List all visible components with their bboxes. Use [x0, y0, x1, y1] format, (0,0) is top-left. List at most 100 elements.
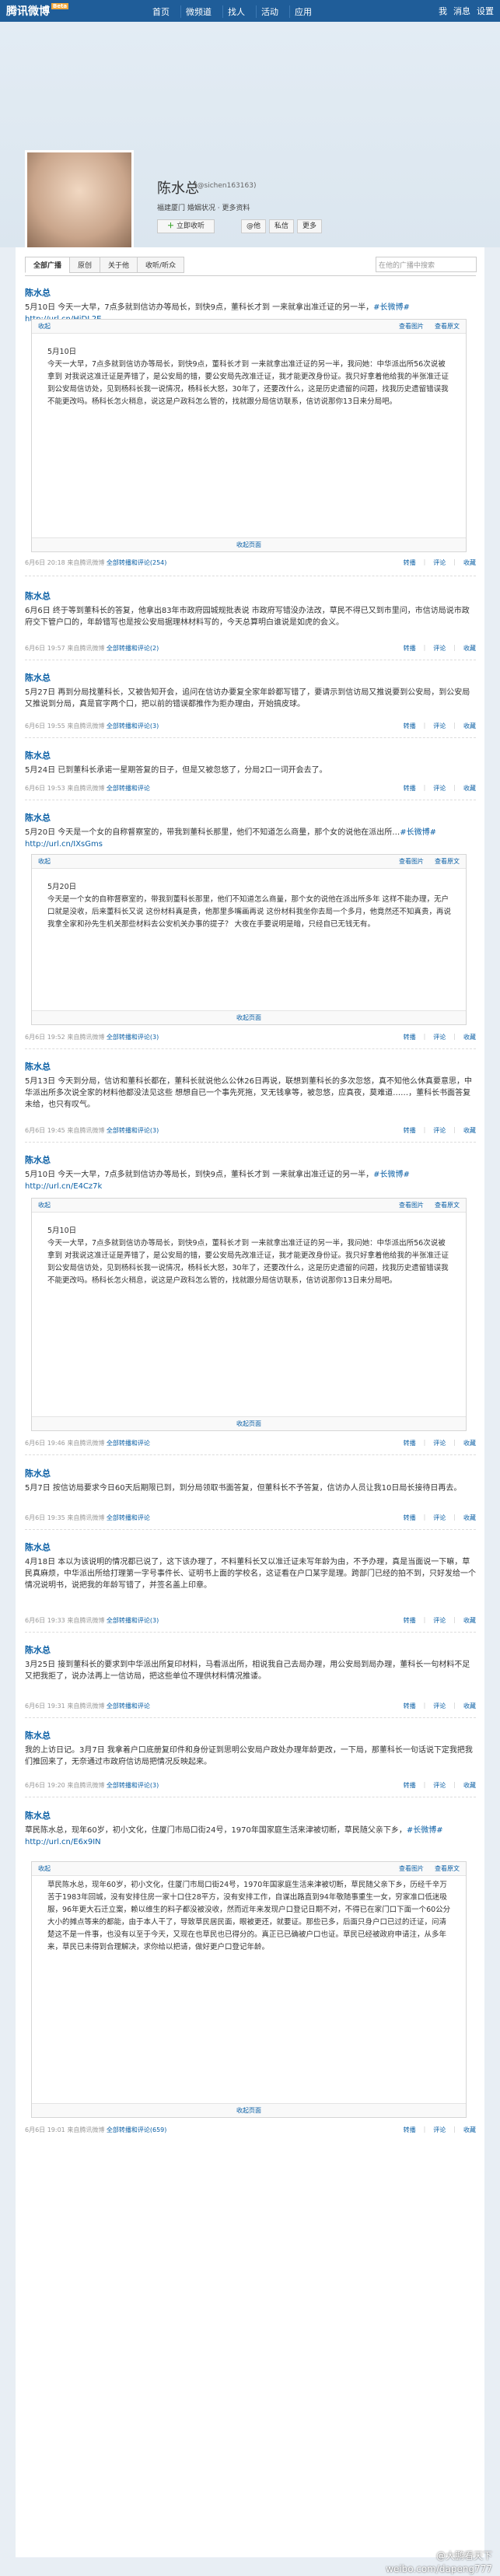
- messages-menu[interactable]: 消息: [453, 5, 470, 17]
- view-original-link[interactable]: 查看原文: [435, 1201, 460, 1209]
- collapse-footer-link[interactable]: 收起页面: [32, 537, 466, 551]
- collapse-footer-link[interactable]: 收起页面: [32, 1416, 466, 1430]
- repost-button[interactable]: 转播: [404, 644, 416, 653]
- comment-button[interactable]: 评论: [433, 1439, 446, 1447]
- favorite-button[interactable]: 收藏: [463, 644, 476, 653]
- favorite-button[interactable]: 收藏: [463, 2126, 476, 2134]
- repost-count-link[interactable]: 全部转播和评论(254): [107, 559, 167, 566]
- collapse-link[interactable]: 收起: [38, 322, 51, 331]
- repost-count-link[interactable]: 全部转播和评论(659): [107, 2126, 167, 2133]
- repost-button[interactable]: 转播: [404, 1781, 416, 1790]
- nav-item-channel[interactable]: 微频道: [180, 5, 216, 18]
- favorite-button[interactable]: 收藏: [463, 784, 476, 793]
- comment-button[interactable]: 评论: [433, 1033, 446, 1041]
- collapse-footer-link[interactable]: 收起页面: [32, 1010, 466, 1024]
- collapse-footer-link[interactable]: 收起页面: [32, 2103, 466, 2117]
- post-author[interactable]: 陈水总: [25, 749, 476, 761]
- repost-count-link[interactable]: 全部转播和评论: [107, 1703, 150, 1710]
- repost-count-link[interactable]: 全部转播和评论: [107, 785, 150, 792]
- collapse-link[interactable]: 收起: [38, 1201, 51, 1209]
- favorite-button[interactable]: 收藏: [463, 1439, 476, 1447]
- watermark: @大鹏看天下: [435, 2550, 492, 2561]
- post-author[interactable]: 陈水总: [25, 1153, 476, 1166]
- favorite-button[interactable]: 收藏: [463, 722, 476, 730]
- view-original-link[interactable]: 查看原文: [435, 857, 460, 866]
- avatar[interactable]: [25, 150, 134, 251]
- post-author[interactable]: 陈水总: [25, 1541, 476, 1553]
- repost-count-link[interactable]: 全部转播和评论(3): [107, 1034, 159, 1041]
- post-author[interactable]: 陈水总: [25, 1729, 476, 1741]
- favorite-button[interactable]: 收藏: [463, 1616, 476, 1625]
- post-author[interactable]: 陈水总: [25, 286, 476, 299]
- view-image-link[interactable]: 查看图片: [399, 857, 424, 866]
- repost-button[interactable]: 转播: [404, 1702, 416, 1710]
- repost-button[interactable]: 转播: [404, 784, 416, 793]
- comment-button[interactable]: 评论: [433, 784, 446, 793]
- tab-all[interactable]: 全部广播: [25, 257, 71, 273]
- repost-button[interactable]: 转播: [404, 1514, 416, 1522]
- repost-count-link[interactable]: 全部转播和评论(3): [107, 1127, 159, 1134]
- expand-header: 收起 查看图片 查看原文: [32, 1862, 466, 1876]
- comment-button[interactable]: 评论: [433, 1616, 446, 1625]
- nav-item-apps[interactable]: 应用: [289, 5, 316, 18]
- nav-item-home[interactable]: 首页: [148, 5, 174, 18]
- view-image-link[interactable]: 查看图片: [399, 1201, 424, 1209]
- repost-button[interactable]: 转播: [404, 2126, 416, 2134]
- favorite-button[interactable]: 收藏: [463, 558, 476, 567]
- mention-button[interactable]: @他: [241, 219, 267, 233]
- repost-count-link[interactable]: 全部转播和评论: [107, 1440, 150, 1447]
- private-message-button[interactable]: 私信: [269, 219, 295, 233]
- tab-original[interactable]: 原创: [69, 257, 101, 273]
- view-original-link[interactable]: 查看原文: [435, 322, 460, 331]
- settings-menu[interactable]: 设置: [477, 5, 494, 17]
- post: 陈水总 草民陈水总，现年60岁，初小文化，住厦门市局口街24号，1970年国家庭…: [25, 1809, 476, 1848]
- comment-button[interactable]: 评论: [433, 722, 446, 730]
- comment-button[interactable]: 评论: [433, 1781, 446, 1790]
- repost-count-link[interactable]: 全部转播和评论(3): [107, 1617, 159, 1624]
- repost-button[interactable]: 转播: [404, 1126, 416, 1135]
- comment-button[interactable]: 评论: [433, 1514, 446, 1522]
- comment-button[interactable]: 评论: [433, 1702, 446, 1710]
- tab-following[interactable]: 收听/听众: [137, 257, 185, 273]
- post-author[interactable]: 陈水总: [25, 1809, 476, 1822]
- view-image-link[interactable]: 查看图片: [399, 1864, 424, 1873]
- follow-button[interactable]: ＋ 立即收听: [157, 219, 215, 233]
- repost-count-link[interactable]: 全部转播和评论(3): [107, 723, 159, 730]
- post-author[interactable]: 陈水总: [25, 811, 476, 824]
- repost-button[interactable]: 转播: [404, 1616, 416, 1625]
- repost-count-link[interactable]: 全部转播和评论(3): [107, 1782, 159, 1789]
- comment-button[interactable]: 评论: [433, 1126, 446, 1135]
- post-author[interactable]: 陈水总: [25, 1643, 476, 1656]
- collapse-link[interactable]: 收起: [38, 857, 51, 866]
- comment-button[interactable]: 评论: [433, 644, 446, 653]
- comment-button[interactable]: 评论: [433, 558, 446, 567]
- repost-count-link[interactable]: 全部转播和评论(2): [107, 645, 159, 652]
- repost-button[interactable]: 转播: [404, 1033, 416, 1041]
- favorite-button[interactable]: 收藏: [463, 1033, 476, 1041]
- post: 陈水总 5月24日 已到董科长承诺一星期答复的日子，但是又被忽悠了，分局2口一词…: [25, 749, 476, 776]
- post: 陈水总 我的上访日记。3月7日 我拿着户口底册复印件和身份证到思明公安局户政处办…: [25, 1729, 476, 1768]
- user-menu[interactable]: 我: [439, 5, 447, 17]
- nav-item-find-people[interactable]: 找人: [222, 5, 250, 18]
- more-button[interactable]: 更多: [297, 219, 323, 233]
- tab-about[interactable]: 关于他: [100, 257, 138, 273]
- collapse-link[interactable]: 收起: [38, 1864, 51, 1873]
- timeline-search-input[interactable]: 在他的广播中搜索: [376, 257, 477, 272]
- favorite-button[interactable]: 收藏: [463, 1702, 476, 1710]
- comment-button[interactable]: 评论: [433, 2126, 446, 2134]
- view-image-link[interactable]: 查看图片: [399, 322, 424, 331]
- post-author[interactable]: 陈水总: [25, 671, 476, 684]
- post-author[interactable]: 陈水总: [25, 1060, 476, 1073]
- repost-button[interactable]: 转播: [404, 722, 416, 730]
- nav-item-events[interactable]: 活动: [256, 5, 283, 18]
- favorite-button[interactable]: 收藏: [463, 1126, 476, 1135]
- favorite-button[interactable]: 收藏: [463, 1781, 476, 1790]
- tencent-weibo-logo[interactable]: 腾讯微博 Beta: [6, 3, 69, 19]
- repost-count-link[interactable]: 全部转播和评论: [107, 1514, 150, 1521]
- post-author[interactable]: 陈水总: [25, 1467, 476, 1479]
- post-author[interactable]: 陈水总: [25, 590, 476, 602]
- repost-button[interactable]: 转播: [404, 558, 416, 567]
- favorite-button[interactable]: 收藏: [463, 1514, 476, 1522]
- repost-button[interactable]: 转播: [404, 1439, 416, 1447]
- view-original-link[interactable]: 查看原文: [435, 1864, 460, 1873]
